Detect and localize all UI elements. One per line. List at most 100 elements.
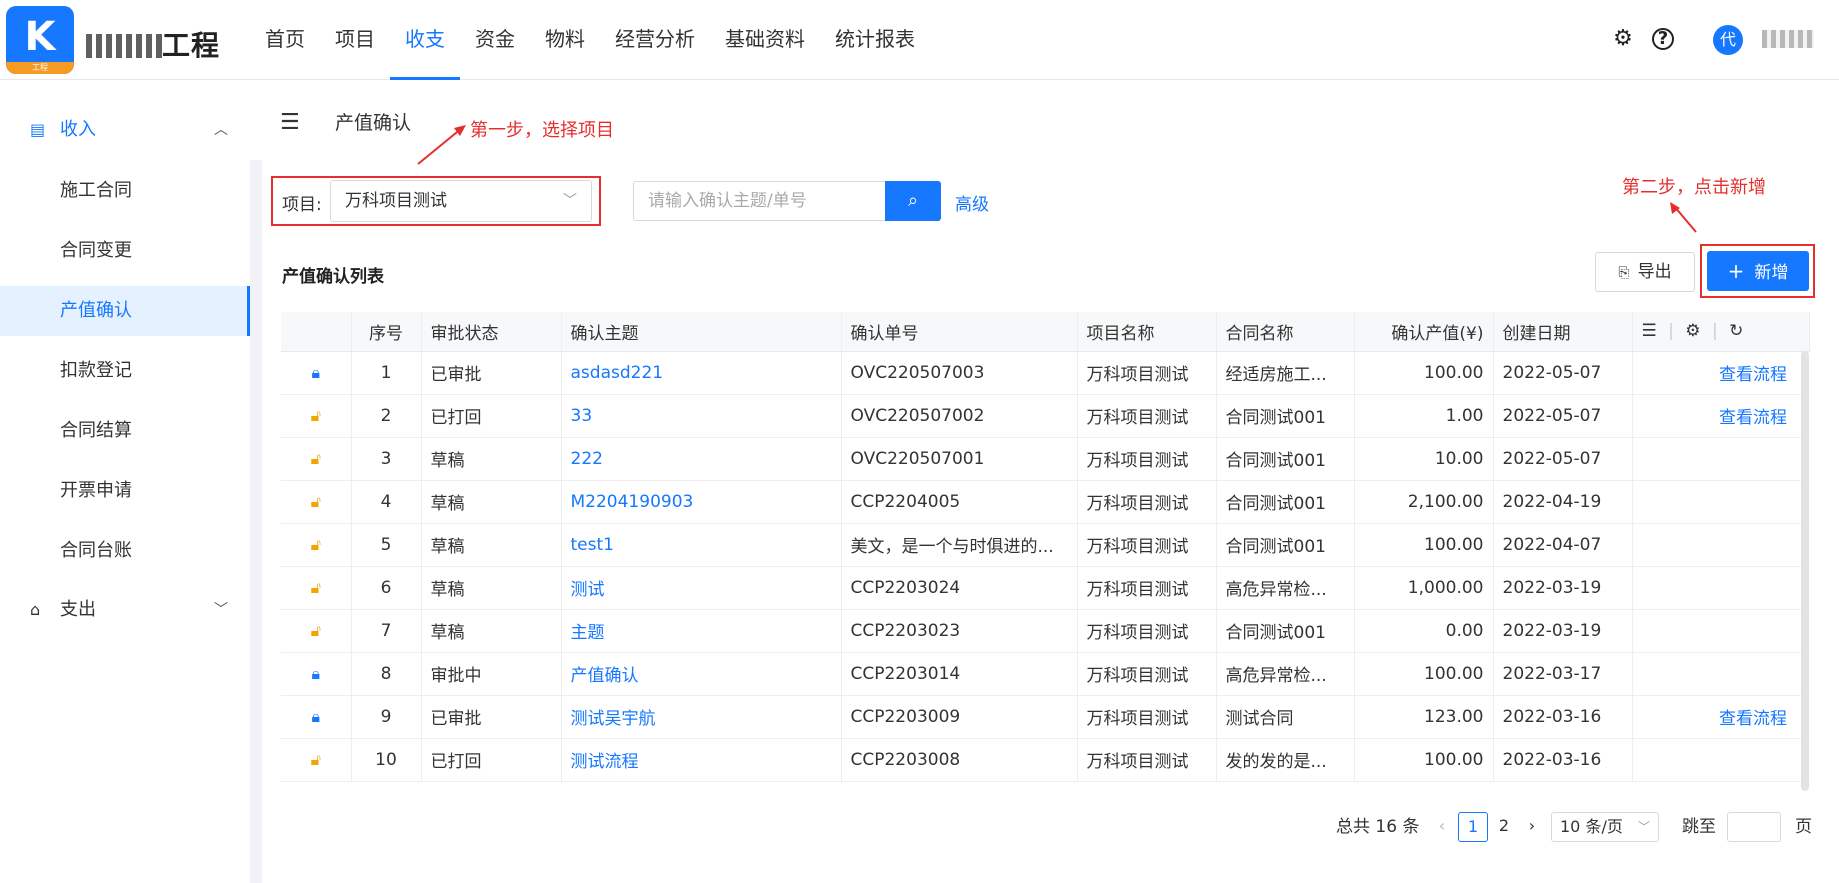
page-button-2[interactable]: 2 [1492,812,1516,842]
document-icon: ▤ [30,120,46,139]
cell-status: 草稿 [421,437,562,481]
sidebar-item-output-confirm[interactable]: 产值确认 [0,286,250,336]
annotation-step2: 第二步，点击新增 [1622,177,1766,198]
nav-reports[interactable]: 统计报表 [820,0,930,80]
cell-subject[interactable]: M2204190903 [561,480,842,524]
cell-subject[interactable]: 主题 [561,609,842,653]
sidebar-group-income[interactable]: ▤ 收入 ︿ [0,100,250,160]
cell-date: 2022-05-07 [1493,437,1633,481]
search-button[interactable]: ⌕ [885,181,941,221]
table-row[interactable]: 🔓︎ 10 已打回 测试流程 CCP2203008 万科项目测试 发的发的是... 100.0… [281,738,1809,782]
column-header-amount: 确认产值(¥) [1354,312,1494,352]
nav-project[interactable]: 项目 [320,0,390,80]
chevron-down-icon: ﹀ [563,193,577,209]
view-flow-link[interactable]: 查看流程 [1632,394,1809,438]
table-row[interactable]: 🔓︎ 7 草稿 主题 CCP2203023 万科项目测试 合同测试001 0.00 2022-0… [281,609,1809,653]
sidebar-item-contract-change[interactable]: 合同变更 [0,226,250,276]
table-row[interactable]: 🔓︎ 4 草稿 M2204190903 CCP2204005 万科项目测试 合同测试001 2… [281,480,1809,524]
jump-page-input[interactable] [1727,812,1781,842]
project-select[interactable]: 万科项目测试 ﹀ [330,180,592,222]
logo-mark: K [24,14,56,60]
cell-amount: 123.00 [1354,695,1494,739]
search-icon: ⌕ [907,190,919,211]
sidebar-group-label: 收入 [60,119,96,140]
column-header-contract: 合同名称 [1216,312,1355,352]
table-tools: ☰ | ⚙ | ↻ [1632,312,1810,352]
cell-subject[interactable]: 222 [561,437,842,481]
prev-page-icon[interactable]: ‹ [1432,812,1452,842]
cell-code: OVC220507001 [841,437,1078,481]
cell-project: 万科项目测试 [1077,523,1217,567]
cell-no: 4 [351,480,422,524]
cell-code: CCP2204005 [841,480,1078,524]
sidebar-item-construction-contract[interactable]: 施工合同 [0,166,250,216]
cell-project: 万科项目测试 [1077,566,1217,610]
export-label: 导出 [1637,262,1672,282]
cell-subject[interactable]: 测试吴宇航 [561,695,842,739]
columns-icon[interactable]: ☰ [1642,321,1657,341]
unlock-icon: 🔓︎ [310,448,321,468]
nav-income-expense[interactable]: 收支 [390,0,460,80]
cell-subject[interactable]: 33 [561,394,842,438]
menu-fold-icon[interactable]: ☰ [280,110,300,135]
cell-status: 已审批 [421,351,562,395]
page-title: 产值确认 [335,112,412,134]
add-button[interactable]: + 新增 [1707,251,1809,291]
refresh-icon[interactable]: ↻ [1729,321,1743,341]
next-page-icon[interactable]: › [1520,812,1544,842]
cell-code: OVC220507003 [841,351,1078,395]
unlock-icon: 🔓︎ [310,534,321,554]
cell-amount: 2,100.00 [1354,480,1494,524]
cell-subject[interactable]: test1 [561,523,842,567]
cell-subject[interactable]: asdasd221 [561,351,842,395]
vertical-scrollbar[interactable] [1801,351,1809,791]
export-button[interactable]: ⎘ 导出 [1595,252,1695,292]
sidebar-group-expense[interactable]: ⌂ 支出 ﹀ [0,580,250,640]
unlock-icon: 🔓︎ [310,491,321,511]
advanced-search-link[interactable]: 高级 [955,190,989,215]
cell-date: 2022-03-16 [1493,738,1633,782]
cell-subject[interactable]: 测试流程 [561,738,842,782]
lock-cell: 🔓︎ [281,609,352,653]
sidebar-item-contract-ledger[interactable]: 合同台账 [0,526,250,576]
brand-text: 工程 [162,29,221,62]
nav-business-analysis[interactable]: 经营分析 [600,0,710,80]
username-blurred[interactable] [1762,30,1814,48]
sidebar-item-deduction[interactable]: 扣款登记 [0,346,250,396]
gear-icon[interactable]: ⚙ [1610,26,1636,52]
sidebar-group-label: 支出 [60,599,96,620]
cell-no: 3 [351,437,422,481]
table-row[interactable]: 🔓︎ 6 草稿 测试 CCP2203024 万科项目测试 高危异常检... 1,000.00 2… [281,566,1809,610]
export-icon: ⎘ [1618,265,1630,281]
lock-cell: 🔓︎ [281,738,352,782]
sidebar-item-invoice-request[interactable]: 开票申请 [0,466,250,516]
table-row[interactable]: 🔒︎ 1 已审批 asdasd221 OVC220507003 万科项目测试 经适房施工..… [281,351,1809,395]
cell-project: 万科项目测试 [1077,394,1217,438]
avatar[interactable]: 代 [1713,25,1743,55]
project-select-value: 万科项目测试 [345,191,447,211]
column-header-status: 审批状态 [421,312,562,352]
page-size-select[interactable]: 10 条/页 ﹀ [1551,812,1659,842]
nav-materials[interactable]: 物料 [530,0,600,80]
view-flow-link[interactable]: 查看流程 [1632,695,1809,739]
cell-subject[interactable]: 测试 [561,566,842,610]
table-row[interactable]: 🔓︎ 5 草稿 test1 美文，是一个与时俱进的... 万科项目测试 合同测试001 100… [281,523,1809,567]
lock-icon: 🔒︎ [311,362,320,382]
nav-basic-data[interactable]: 基础资料 [710,0,820,80]
nav-home[interactable]: 首页 [250,0,320,80]
view-flow-link [1632,523,1809,567]
app-logo[interactable]: K 工程 [6,6,74,74]
search-input[interactable]: 请输入确认主题/单号 [633,181,885,221]
help-icon[interactable]: ? [1652,28,1674,50]
cell-subject[interactable]: 产值确认 [561,652,842,696]
sidebar-item-contract-settlement[interactable]: 合同结算 [0,406,250,456]
table-row[interactable]: 🔓︎ 2 已打回 33 OVC220507002 万科项目测试 合同测试001 1.00 202… [281,394,1809,438]
table-row[interactable]: 🔓︎ 3 草稿 222 OVC220507001 万科项目测试 合同测试001 10.00 20… [281,437,1809,481]
page-button-1[interactable]: 1 [1458,812,1488,842]
table-row[interactable]: 🔒︎ 9 已审批 测试吴宇航 CCP2203009 万科项目测试 测试合同 123.00 202… [281,695,1809,739]
table-header-row: 序号 审批状态 确认主题 确认单号 项目名称 合同名称 确认产值(¥) 创建日期… [281,312,1810,352]
table-row[interactable]: 🔒︎ 8 审批中 产值确认 CCP2203014 万科项目测试 高危异常检... 100.00… [281,652,1809,696]
view-flow-link[interactable]: 查看流程 [1632,351,1809,395]
nav-funds[interactable]: 资金 [460,0,530,80]
gear-icon[interactable]: ⚙ [1685,321,1700,341]
